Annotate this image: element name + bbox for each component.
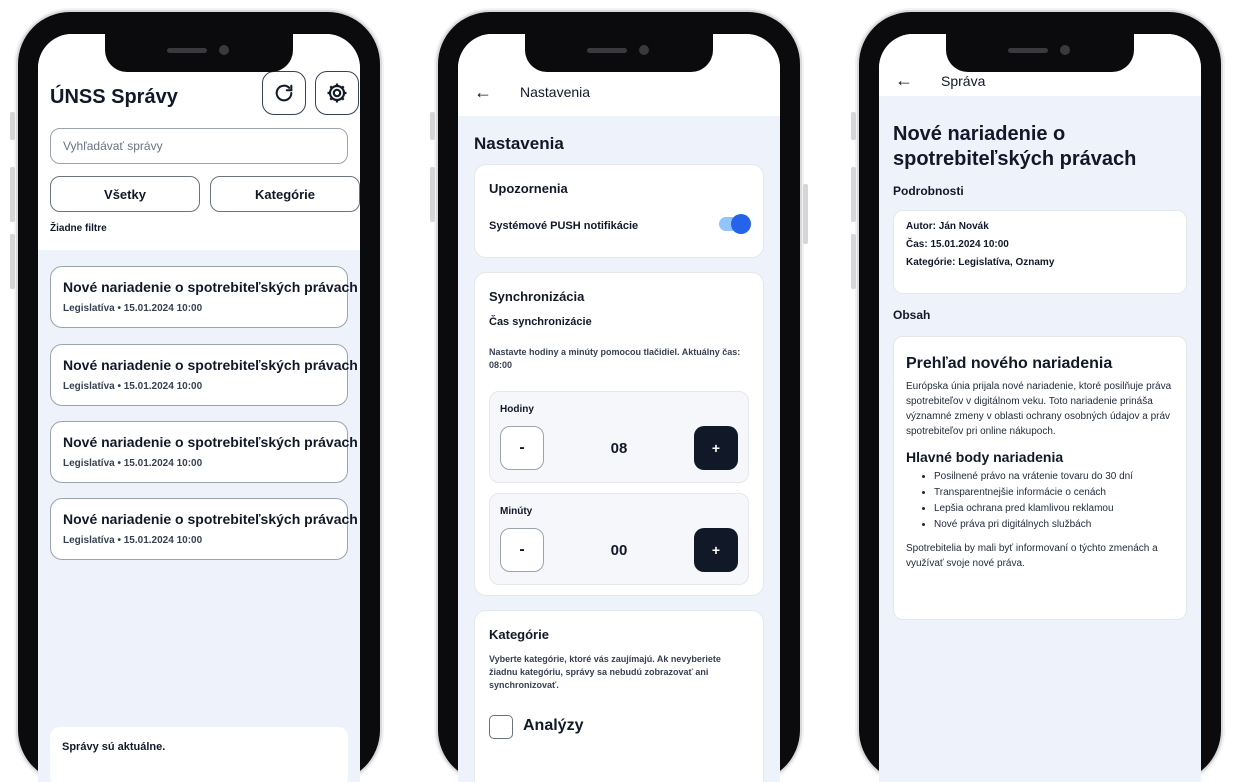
search-input[interactable]: Vyhľadávať správy <box>50 128 348 164</box>
minutes-value: 00 <box>610 542 628 559</box>
news-title: Nové nariadenie o spotrebiteľských práva… <box>63 357 358 373</box>
category-label[interactable]: Analýzy <box>523 717 583 735</box>
news-card[interactable]: Nové nariadenie o spotrebiteľských práva… <box>50 498 358 560</box>
page-title: Nastavenia <box>474 134 564 153</box>
article-title: Nové nariadenie o spotrebiteľských práva… <box>893 123 1137 170</box>
settings-button[interactable] <box>315 71 359 115</box>
list-item: Transparentnejšie informácie o cenách <box>934 485 1174 501</box>
notch <box>946 34 1134 72</box>
minutes-label: Minúty <box>500 506 533 517</box>
side-button <box>10 167 15 222</box>
section-title: Kategórie <box>489 627 549 642</box>
list-item: Lepšia ochrana pred klamlivou reklamou <box>934 501 1174 517</box>
refresh-button[interactable] <box>262 71 306 115</box>
phone-news-list: ÚNSS Správy Vyhľadávať správy Všetky Kat… <box>10 12 380 782</box>
screen: ← Nastavenia Nastavenia Upozornenia Syst… <box>458 34 780 782</box>
news-title: Nové nariadenie o spotrebiteľských práva… <box>63 434 358 450</box>
arrow-left-icon[interactable]: ← <box>474 82 492 103</box>
sync-description: Nastavte hodiny a minúty pomocou tlačidi… <box>489 347 741 370</box>
content-intro: Európska únia prijala nové nariadenie, k… <box>906 381 1172 437</box>
time: Čas: 15.01.2024 10:00 <box>906 239 1009 250</box>
sync-status: Správy sú aktuálne. <box>50 727 348 782</box>
author: Autor: Ján Novák <box>906 221 989 232</box>
news-card[interactable]: Nové nariadenie o spotrebiteľských práva… <box>50 421 358 483</box>
sync-subtitle: Čas synchronizácie <box>489 316 592 328</box>
details-heading: Podrobnosti <box>893 184 964 198</box>
news-title: Nové nariadenie o spotrebiteľských práva… <box>63 511 358 527</box>
refresh-icon <box>275 84 293 102</box>
section-title: Synchronizácia <box>489 289 585 304</box>
notch <box>105 34 293 72</box>
side-button <box>10 112 15 140</box>
side-button <box>851 234 856 289</box>
hours-increment-button[interactable]: + <box>694 426 738 470</box>
news-meta: Legislatíva • 15.01.2024 10:00 <box>63 458 203 469</box>
category: Kategórie: Legislatíva, Oznamy <box>906 257 1055 268</box>
news-title: Nové nariadenie o spotrebiteľských práva… <box>63 279 358 295</box>
content-heading: Obsah <box>893 308 931 322</box>
section-title: Upozornenia <box>489 181 568 196</box>
news-meta: Legislatíva • 15.01.2024 10:00 <box>63 303 203 314</box>
minutes-increment-button[interactable]: + <box>694 528 738 572</box>
list-item: Posilnené právo na vrátenie tovaru do 30… <box>934 469 1174 485</box>
news-meta: Legislatíva • 15.01.2024 10:00 <box>63 381 203 392</box>
screen: ÚNSS Správy Vyhľadávať správy Všetky Kat… <box>38 34 360 782</box>
side-button <box>10 234 15 289</box>
header-title: Správa <box>941 73 986 89</box>
sync-panel: Synchronizácia Čas synchronizácie Nastav… <box>474 272 764 596</box>
screen: ← Správa Nové nariadenie o spotrebiteľsk… <box>879 34 1201 782</box>
points-list: Posilnené právo na vrátenie tovaru do 30… <box>906 469 1174 533</box>
hours-value: 08 <box>610 440 628 457</box>
side-button <box>430 112 435 140</box>
notifications-panel: Upozornenia Systémové PUSH notifikácie <box>474 164 764 258</box>
list-item: Nové práva pri digitálnych službách <box>934 517 1174 533</box>
filter-status: Žiadne filtre <box>50 223 107 234</box>
categories-panel: Kategórie Vyberte kategórie, ktoré vás z… <box>474 610 764 782</box>
hours-label: Hodiny <box>500 404 534 415</box>
app-title: ÚNSS Správy <box>50 86 178 108</box>
hours-decrement-button[interactable]: - <box>500 426 544 470</box>
gear-icon <box>327 83 347 103</box>
content-title: Prehľad nového nariadenia <box>906 355 1113 372</box>
side-button <box>851 167 856 222</box>
news-card[interactable]: Nové nariadenie o spotrebiteľských práva… <box>50 266 358 328</box>
categories-description: Vyberte kategórie, ktoré vás zaujímajú. … <box>489 654 721 690</box>
content-subtitle: Hlavné body nariadenia <box>906 449 1064 465</box>
article-content: Prehľad nového nariadenia Európska únia … <box>893 336 1187 620</box>
phone-article: ← Správa Nové nariadenie o spotrebiteľsk… <box>851 12 1221 782</box>
content-outro: Spotrebitelia by mali byť informovaní o … <box>906 543 1158 569</box>
minutes-stepper: Minúty - 00 + <box>489 493 749 585</box>
arrow-left-icon[interactable]: ← <box>895 70 913 91</box>
side-button <box>803 184 808 244</box>
side-button <box>430 167 435 222</box>
filter-categories-button[interactable]: Kategórie <box>210 176 360 212</box>
category-checkbox[interactable] <box>489 715 513 739</box>
article-meta: Autor: Ján Novák Čas: 15.01.2024 10:00 K… <box>893 210 1187 294</box>
phone-settings: ← Nastavenia Nastavenia Upozornenia Syst… <box>430 12 808 782</box>
news-meta: Legislatíva • 15.01.2024 10:00 <box>63 535 203 546</box>
side-button <box>851 112 856 140</box>
notch <box>525 34 713 72</box>
filter-all-button[interactable]: Všetky <box>50 176 200 212</box>
news-card[interactable]: Nové nariadenie o spotrebiteľských práva… <box>50 344 358 406</box>
header-title: Nastavenia <box>520 84 591 100</box>
push-label: Systémové PUSH notifikácie <box>489 220 639 232</box>
minutes-decrement-button[interactable]: - <box>500 528 544 572</box>
push-toggle[interactable] <box>719 214 751 234</box>
hours-stepper: Hodiny - 08 + <box>489 391 749 483</box>
